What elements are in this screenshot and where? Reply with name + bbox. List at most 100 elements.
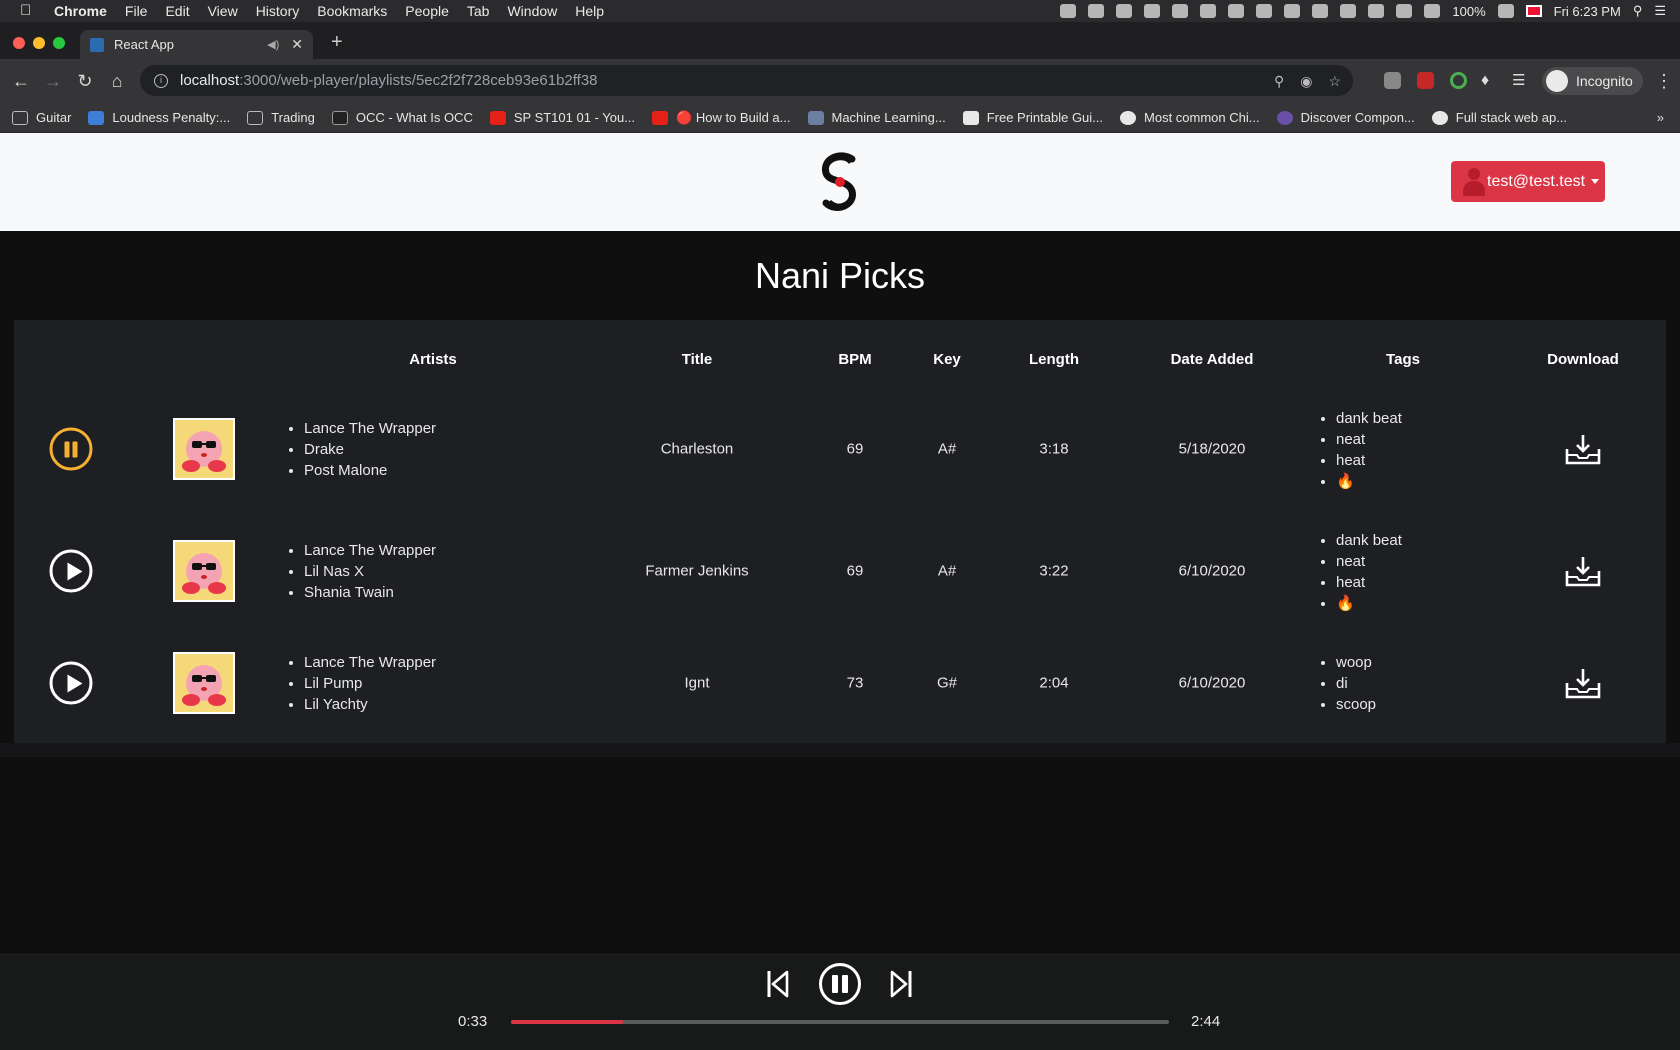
home-icon[interactable]: ⌂ xyxy=(107,71,127,91)
apple-icon[interactable]:  xyxy=(20,3,36,19)
download-icon[interactable] xyxy=(1565,667,1601,699)
folder-icon xyxy=(247,110,264,125)
chevron-down-icon xyxy=(1591,179,1600,184)
play-track-button[interactable] xyxy=(49,661,93,705)
menu-file[interactable]: File xyxy=(125,3,148,19)
track-title: Ignt xyxy=(684,674,710,692)
chrome-menu-icon[interactable]: ⋮ xyxy=(1655,71,1673,92)
grammarly-icon[interactable] xyxy=(1144,4,1161,18)
airplay-icon[interactable] xyxy=(1424,4,1441,18)
bookmark-label: 🔴 How to Build a... xyxy=(676,109,791,125)
globe-icon xyxy=(1431,110,1448,125)
notification-center-icon[interactable]: ☰ xyxy=(1654,3,1666,19)
minimize-window-icon[interactable] xyxy=(33,37,45,49)
tab-close-icon[interactable]: ✕ xyxy=(291,36,303,53)
progress-bar[interactable] xyxy=(511,1020,1169,1024)
address-bar[interactable]: i localhost :3000/web-player/playlists/5… xyxy=(140,65,1353,96)
bookmark-item[interactable]: Loudness Penalty:... xyxy=(88,110,230,125)
menu-app-name[interactable]: Chrome xyxy=(54,3,107,19)
zoom-window-icon[interactable] xyxy=(53,37,65,49)
bookmark-item[interactable]: Full stack web ap... xyxy=(1431,110,1567,125)
playlist-title: Nani Picks xyxy=(754,255,926,296)
tag: heat xyxy=(1336,450,1402,471)
browser-tab[interactable]: React App ◀) ✕ xyxy=(80,30,313,59)
track-length: 2:04 xyxy=(1039,674,1069,692)
menu-bookmarks[interactable]: Bookmarks xyxy=(317,3,387,19)
menu-tab[interactable]: Tab xyxy=(467,3,490,19)
incognito-profile-button[interactable]: Incognito xyxy=(1542,67,1643,95)
column-header-length: Length xyxy=(1029,351,1079,368)
incognito-label: Incognito xyxy=(1576,73,1633,89)
user-email: test@test.test xyxy=(1487,172,1586,190)
bookmark-item[interactable]: Guitar xyxy=(12,110,71,125)
album-art xyxy=(173,418,235,480)
media-controls-icon[interactable]: ☰ xyxy=(1512,72,1529,89)
bookmark-label: SP ST101 01 - You... xyxy=(513,110,636,125)
adblock-extension-icon[interactable] xyxy=(1384,72,1401,89)
creative-cloud-icon[interactable] xyxy=(1088,4,1105,18)
elapsed-time: 0:33 xyxy=(458,1013,488,1030)
evernote-icon[interactable] xyxy=(1228,4,1245,18)
play-icon xyxy=(67,674,83,693)
tab-audio-icon[interactable]: ◀) xyxy=(267,38,279,51)
battery-icon[interactable] xyxy=(1497,4,1514,18)
url-host: localhost xyxy=(180,72,240,89)
wifi-icon[interactable] xyxy=(1368,4,1385,18)
bookmarks-overflow-icon[interactable]: » xyxy=(1657,110,1664,125)
bookmark-item[interactable]: 🔴 How to Build a... xyxy=(652,109,791,126)
tracking-blocked-icon[interactable]: ◉ xyxy=(1300,73,1312,90)
volume-icon[interactable] xyxy=(1396,4,1413,18)
vpn-icon[interactable] xyxy=(1200,4,1217,18)
new-tab-icon[interactable]: + xyxy=(331,32,343,52)
bookmark-item[interactable]: Machine Learning... xyxy=(807,110,946,125)
spotlight-icon[interactable]: ⚲ xyxy=(1633,3,1643,19)
app-logo-icon[interactable] xyxy=(818,151,862,213)
lightning-icon[interactable] xyxy=(1172,4,1189,18)
menu-people[interactable]: People xyxy=(405,3,449,19)
extension-red-icon[interactable] xyxy=(1417,72,1434,89)
bookmark-label: Loudness Penalty:... xyxy=(112,110,231,125)
bookmark-item[interactable]: SP ST101 01 - You... xyxy=(489,110,636,125)
pause-track-button[interactable] xyxy=(49,427,93,471)
glasses-icon[interactable] xyxy=(1256,4,1273,18)
bookmark-item[interactable]: Discover Compon... xyxy=(1276,110,1415,125)
extension-green-icon[interactable] xyxy=(1450,72,1467,89)
bookmarks-bar: Guitar Loudness Penalty:... Trading OCC … xyxy=(0,103,1680,133)
menu-edit[interactable]: Edit xyxy=(165,3,189,19)
bookmark-star-icon[interactable]: ☆ xyxy=(1328,73,1341,90)
menu-help[interactable]: Help xyxy=(575,3,604,19)
wechat-icon[interactable] xyxy=(1060,4,1077,18)
column-header-key: Key xyxy=(933,351,961,368)
input-source-flag-icon[interactable] xyxy=(1525,5,1542,17)
zoom-icon[interactable]: ⚲ xyxy=(1274,73,1284,90)
bookmark-item[interactable]: Trading xyxy=(247,110,315,125)
menu-view[interactable]: View xyxy=(208,3,238,19)
pause-icon[interactable] xyxy=(818,962,862,1006)
extensions-puzzle-icon[interactable]: ♦ xyxy=(1481,72,1498,89)
bookmark-item[interactable]: Free Printable Gui... xyxy=(962,110,1103,125)
battery-percent[interactable]: 100% xyxy=(1452,4,1485,19)
do-not-disturb-icon[interactable] xyxy=(1284,4,1301,18)
download-icon[interactable] xyxy=(1565,555,1601,587)
docker-icon[interactable] xyxy=(1116,4,1133,18)
tag: 🔥 xyxy=(1336,471,1402,492)
download-icon[interactable] xyxy=(1565,433,1601,465)
forward-icon[interactable]: → xyxy=(43,71,63,91)
play-icon xyxy=(67,562,83,581)
favicon-icon xyxy=(1276,110,1293,125)
menu-window[interactable]: Window xyxy=(507,3,557,19)
bookmark-item[interactable]: Most common Chi... xyxy=(1120,110,1260,125)
bookmark-item[interactable]: OCC - What Is OCC xyxy=(331,110,473,125)
menu-history[interactable]: History xyxy=(256,3,300,19)
bluetooth-icon[interactable] xyxy=(1340,4,1357,18)
menu-clock[interactable]: Fri 6:23 PM xyxy=(1554,4,1621,19)
reload-icon[interactable]: ↻ xyxy=(75,71,95,91)
site-info-icon[interactable]: i xyxy=(154,73,168,88)
next-track-icon[interactable] xyxy=(889,969,913,999)
play-track-button[interactable] xyxy=(49,549,93,593)
previous-track-icon[interactable] xyxy=(766,969,790,999)
time-machine-icon[interactable] xyxy=(1312,4,1329,18)
user-dropdown-button[interactable]: test@test.test xyxy=(1451,161,1605,202)
back-icon[interactable]: ← xyxy=(11,71,31,91)
close-window-icon[interactable] xyxy=(13,37,25,49)
